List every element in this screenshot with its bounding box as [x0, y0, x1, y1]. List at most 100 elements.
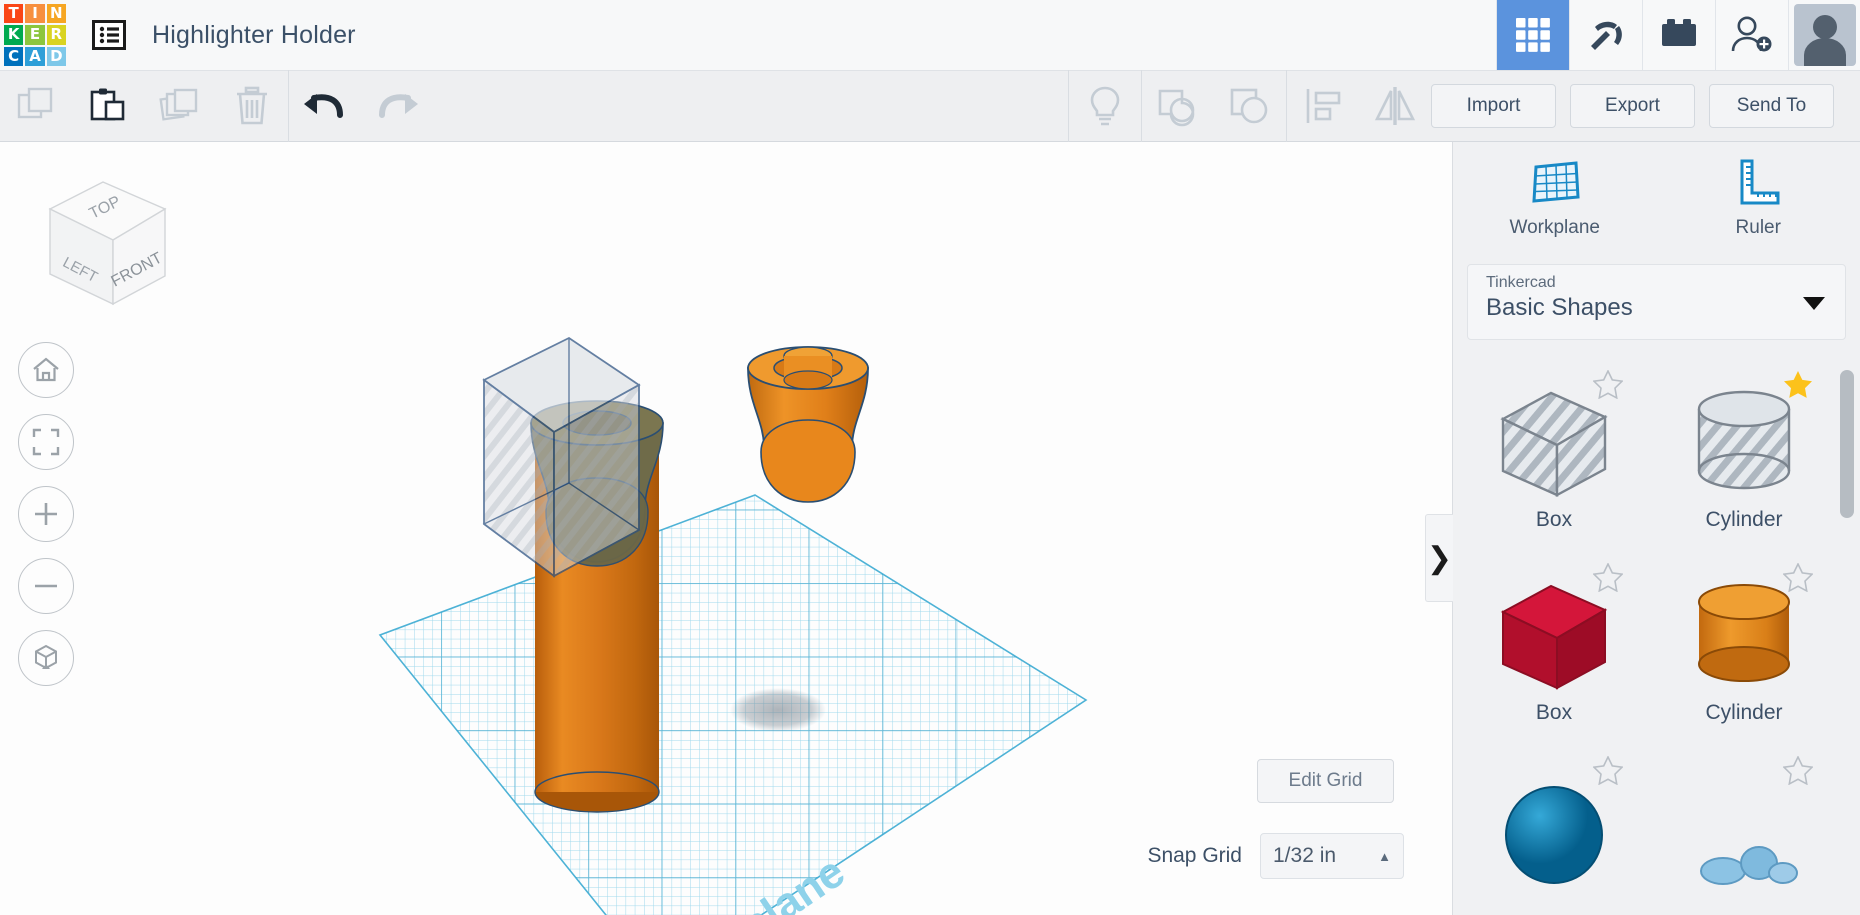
redo-button[interactable] [361, 70, 433, 142]
arrange-tools [1287, 70, 1431, 142]
shape-label: Cylinder [1705, 508, 1783, 531]
fit-to-view-icon [32, 428, 60, 456]
paste-icon [90, 88, 125, 121]
copy-button[interactable] [0, 70, 72, 142]
logo-tile-i: I [25, 4, 45, 24]
bricks-button[interactable] [1642, 0, 1715, 70]
lightbulb-icon [1090, 86, 1120, 126]
edit-grid-button[interactable]: Edit Grid [1257, 759, 1394, 803]
library-source: Tinkercad [1486, 274, 1556, 291]
logo-tile-r: R [46, 25, 66, 45]
avatar [1793, 4, 1856, 66]
invite-button[interactable] [1715, 0, 1788, 70]
shape-row: Box Cylinder [1459, 364, 1854, 557]
view-cube[interactable]: TOP LEFT FRONT [25, 164, 185, 319]
shape-library-select[interactable]: Tinkercad Basic Shapes [1467, 264, 1846, 340]
collapse-panel-button[interactable]: ❯ [1425, 514, 1453, 602]
tinkercad-logo[interactable]: TIN KER CAD [0, 0, 70, 70]
3d-canvas[interactable]: Workplane [0, 142, 1452, 915]
shape-item-sphere-solid[interactable] [1459, 750, 1649, 915]
shape-label: Cylinder [1705, 701, 1783, 724]
grid-view-button[interactable] [1496, 0, 1569, 70]
lego-brick-icon [1662, 19, 1696, 46]
delete-icon [237, 86, 267, 125]
home-view-button[interactable] [18, 342, 74, 398]
undo-button[interactable] [289, 70, 361, 142]
project-menu-button[interactable] [88, 14, 130, 56]
logo-tile-t: T [4, 4, 24, 24]
shapes-panel: ❯ Workplane Ruler Tinkercad Basic Shapes… [1425, 142, 1860, 915]
duplicate-icon [159, 88, 198, 121]
hint-button[interactable] [1069, 70, 1141, 142]
mirror-button[interactable] [1359, 70, 1431, 142]
workplane-tool-label: Workplane [1509, 217, 1600, 238]
star-outline-icon[interactable] [1592, 369, 1624, 404]
ruler-tool[interactable]: Ruler [1657, 142, 1860, 254]
caret-up-icon: ▲ [1378, 848, 1391, 864]
panel-tools: Workplane Ruler [1453, 142, 1860, 254]
delete-button[interactable] [216, 70, 288, 142]
snap-grid-value: 1/32 in [1273, 844, 1337, 867]
spool-object[interactable] [747, 346, 869, 503]
fit-to-view-button[interactable] [18, 414, 74, 470]
library-name: Basic Shapes [1486, 294, 1633, 321]
export-button[interactable]: Export [1570, 84, 1695, 128]
star-outline-icon[interactable] [1782, 562, 1814, 597]
shape-item-blob-solid[interactable] [1649, 750, 1839, 915]
perspective-toggle-button[interactable] [18, 630, 74, 686]
align-button[interactable] [1287, 70, 1359, 142]
edit-toolbar: Import Export Send To [0, 70, 1860, 142]
chevron-down-icon [1803, 297, 1825, 310]
list-icon [92, 20, 126, 50]
ungroup-icon [1230, 88, 1268, 124]
shape-item-box[interactable]: Box [1459, 557, 1649, 750]
copy-icon [17, 87, 53, 119]
shape-item-cylinder[interactable]: Cylinder [1649, 364, 1839, 557]
logo-tile-a: A [25, 46, 45, 66]
star-filled-icon[interactable] [1783, 370, 1813, 404]
star-outline-icon[interactable] [1592, 755, 1624, 790]
spool-shadow [730, 688, 826, 732]
view-nav-controls [18, 342, 74, 686]
panel-scrollbar[interactable] [1840, 370, 1854, 518]
shape-grid: Box Cylinder Box Cylinder [1453, 348, 1860, 915]
logo-tile-c: C [4, 46, 24, 66]
star-outline-icon[interactable] [1782, 755, 1814, 790]
shape-item-box[interactable]: Box [1459, 364, 1649, 557]
logo-tile-d: D [46, 46, 66, 66]
logo-tile-e: E [25, 25, 45, 45]
ruler-icon [1740, 159, 1780, 205]
hint-tools [1069, 70, 1141, 142]
undo-icon [304, 94, 343, 118]
grid-view-icon [1516, 18, 1550, 52]
add-person-icon [1731, 16, 1772, 52]
duplicate-button[interactable] [144, 70, 216, 142]
view-cube-icon: TOP LEFT FRONT [48, 181, 167, 306]
star-outline-icon[interactable] [1592, 562, 1624, 597]
page-title[interactable]: Highlighter Holder [152, 21, 356, 50]
group-icon [1158, 89, 1195, 127]
ungroup-button[interactable] [1214, 70, 1286, 142]
workplane-tool[interactable]: Workplane [1453, 142, 1657, 254]
zoom-out-icon [35, 584, 57, 588]
home-view-icon [33, 357, 59, 382]
send-to-button[interactable]: Send To [1709, 84, 1834, 128]
user-avatar-button[interactable] [1788, 0, 1860, 70]
workplane-icon [1532, 161, 1580, 203]
header-actions [1496, 0, 1860, 70]
redo-icon [379, 94, 418, 118]
codeblocks-button[interactable] [1569, 0, 1642, 70]
perspective-toggle-icon [35, 644, 57, 670]
paste-button[interactable] [72, 70, 144, 142]
zoom-in-button[interactable] [18, 486, 74, 542]
shape-label: Box [1535, 701, 1573, 724]
snap-grid-select[interactable]: 1/32 in ▲ [1260, 833, 1404, 879]
shape-item-cylinder[interactable]: Cylinder [1649, 557, 1839, 750]
group-button[interactable] [1142, 70, 1214, 142]
tinkercad-app: TINKERCAD Highlighter Holder Import Expo… [0, 0, 1860, 915]
import-button[interactable]: Import [1431, 84, 1556, 128]
zoom-out-button[interactable] [18, 558, 74, 614]
hole-box-object[interactable] [482, 336, 641, 578]
zoom-in-icon [35, 503, 57, 525]
align-icon [1306, 89, 1341, 123]
